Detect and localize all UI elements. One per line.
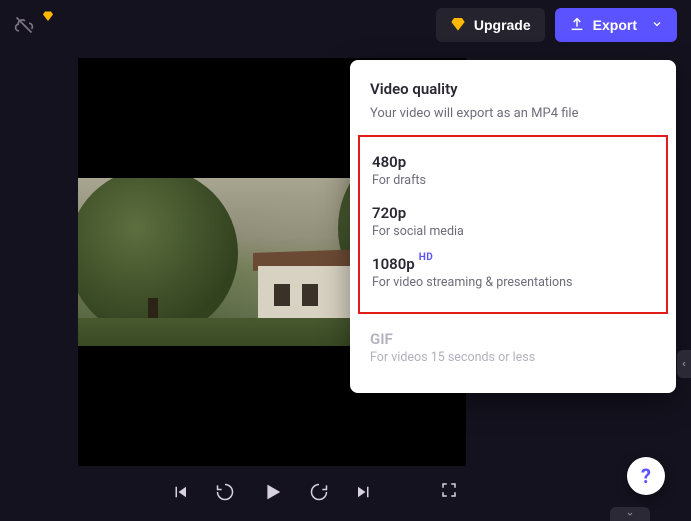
quality-desc: For videos 15 seconds or less xyxy=(370,350,656,365)
skip-start-icon[interactable] xyxy=(171,483,189,501)
export-label: Export xyxy=(593,17,637,33)
popover-subtitle: Your video will export as an MP4 file xyxy=(370,106,656,121)
rewind-5-icon[interactable] xyxy=(215,482,235,502)
diamond-icon xyxy=(450,16,466,35)
quality-desc: For drafts xyxy=(372,173,654,188)
top-bar: Upgrade Export xyxy=(0,0,691,50)
quality-options-highlight: 480p For drafts 720p For social media 10… xyxy=(358,135,668,314)
quality-option-480p[interactable]: 480p For drafts xyxy=(372,147,654,198)
export-button[interactable]: Export xyxy=(555,8,677,42)
quality-option-720p[interactable]: 720p For social media xyxy=(372,198,654,249)
quality-label: 480p xyxy=(372,153,406,171)
popover-title: Video quality xyxy=(370,80,656,98)
help-icon: ? xyxy=(641,464,651,488)
top-right-group: Upgrade Export xyxy=(436,8,677,42)
upgrade-button[interactable]: Upgrade xyxy=(436,8,545,42)
quality-option-gif: GIF For videos 15 seconds or less xyxy=(370,324,656,375)
playback-controls xyxy=(78,470,466,514)
quality-label: 720p xyxy=(372,204,406,222)
forward-5-icon[interactable] xyxy=(309,482,329,502)
top-left-group xyxy=(14,15,54,35)
upload-icon xyxy=(569,16,585,35)
play-icon[interactable] xyxy=(261,481,283,503)
quality-label: GIF xyxy=(370,330,393,348)
quality-desc: For video streaming & presentations xyxy=(372,275,654,290)
cloud-off-icon xyxy=(14,15,34,35)
chevron-down-icon xyxy=(651,17,663,33)
skip-end-icon[interactable] xyxy=(355,483,373,501)
upgrade-label: Upgrade xyxy=(474,17,531,33)
quality-option-1080p[interactable]: 1080p HD For video streaming & presentat… xyxy=(372,249,654,300)
side-panel-toggle[interactable] xyxy=(677,350,691,378)
hd-badge: HD xyxy=(419,252,434,263)
quality-desc: For social media xyxy=(372,224,654,239)
help-button[interactable]: ? xyxy=(627,457,665,495)
quality-label: 1080p xyxy=(372,255,415,273)
export-quality-popover: Video quality Your video will export as … xyxy=(350,60,676,393)
timeline-collapse-toggle[interactable] xyxy=(610,507,650,521)
fullscreen-icon[interactable] xyxy=(440,481,458,503)
premium-diamond-icon xyxy=(42,10,54,25)
